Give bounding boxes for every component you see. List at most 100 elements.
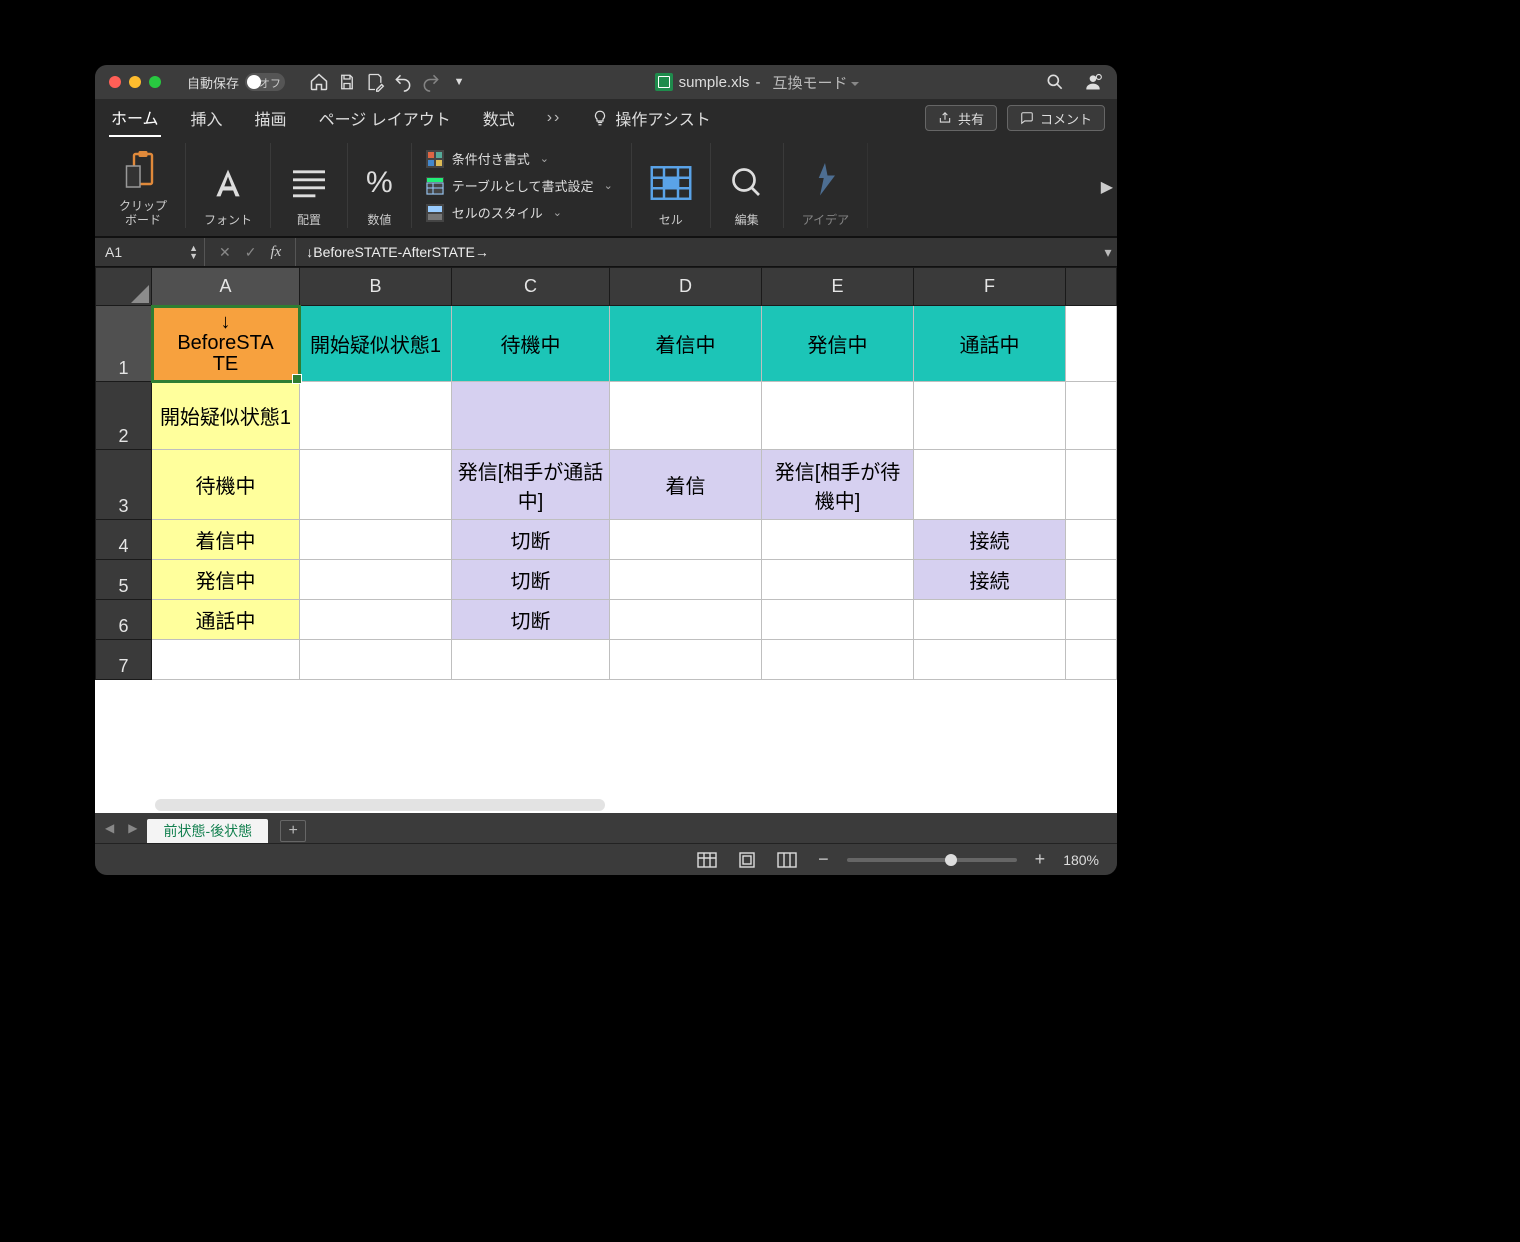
save-edit-icon[interactable] [365,72,385,92]
cell-g2[interactable] [1066,382,1117,450]
tell-me-button[interactable]: 操作アシスト [591,106,710,130]
account-icon[interactable] [1083,72,1103,92]
name-box-stepper-icon[interactable]: ▲▼ [189,244,198,260]
cell-e4[interactable] [762,520,914,560]
row-header-6[interactable]: 6 [96,600,152,640]
cell-a4[interactable]: 着信中 [152,520,300,560]
cell-c1[interactable]: 待機中 [452,306,610,382]
formula-input[interactable]: ↓BeforeSTATE-AfterSTATE→ [296,244,1099,260]
view-normal-icon[interactable] [694,850,720,870]
col-header-b[interactable]: B [300,268,452,306]
tab-draw[interactable]: 描画 [253,100,289,136]
spreadsheet-grid[interactable]: A B C D E F 1 ↓BeforeSTATE 開始疑似状態1 待機中 着… [95,267,1117,813]
autosave-toggle[interactable]: 自動保存 オフ [187,73,285,92]
confirm-formula-icon[interactable]: ✓ [245,244,257,261]
group-alignment[interactable]: 配置 [271,143,348,228]
comments-button[interactable]: コメント [1007,105,1105,131]
cell-c3[interactable]: 発信[相手が通話中] [452,450,610,520]
tab-home[interactable]: ホーム [109,99,161,137]
share-button[interactable]: 共有 [925,105,997,131]
cell-c4[interactable]: 切断 [452,520,610,560]
row-header-3[interactable]: 3 [96,450,152,520]
cell-a7[interactable] [152,640,300,680]
cell-g4[interactable] [1066,520,1117,560]
group-cells[interactable]: セル [632,143,711,228]
cell-f1[interactable]: 通話中 [914,306,1066,382]
window-minimize-button[interactable] [129,76,141,88]
zoom-level-label[interactable]: 180% [1063,852,1099,868]
cell-a3[interactable]: 待機中 [152,450,300,520]
cell-g3[interactable] [1066,450,1117,520]
group-editing[interactable]: 編集 [711,143,784,228]
row-header-7[interactable]: 7 [96,640,152,680]
cell-e2[interactable] [762,382,914,450]
cell-f3[interactable] [914,450,1066,520]
cell-c5[interactable]: 切断 [452,560,610,600]
cell-b5[interactable] [300,560,452,600]
cell-d7[interactable] [610,640,762,680]
zoom-out-button[interactable]: − [814,849,833,870]
window-zoom-button[interactable] [149,76,161,88]
col-header-d[interactable]: D [610,268,762,306]
cell-b4[interactable] [300,520,452,560]
cell-b3[interactable] [300,450,452,520]
redo-icon[interactable] [421,72,441,92]
cell-d4[interactable] [610,520,762,560]
cell-f5[interactable]: 接続 [914,560,1066,600]
cell-d6[interactable] [610,600,762,640]
cell-d1[interactable]: 着信中 [610,306,762,382]
zoom-in-button[interactable]: + [1031,849,1050,870]
cell-c2[interactable] [452,382,610,450]
cell-c7[interactable] [452,640,610,680]
document-title[interactable]: sumple.xls - 互換モード [655,72,860,93]
cell-b6[interactable] [300,600,452,640]
tab-page-layout[interactable]: ページ レイアウト [317,100,453,136]
qat-customize-icon[interactable]: ▼ [449,72,469,92]
sheet-nav-prev-icon[interactable]: ◀ [101,821,118,835]
cell-e7[interactable] [762,640,914,680]
formula-bar-expand-icon[interactable]: ▾ [1099,244,1117,261]
col-header-f[interactable]: F [914,268,1066,306]
zoom-slider[interactable] [847,858,1017,862]
window-close-button[interactable] [109,76,121,88]
col-header-blank[interactable] [1066,268,1117,306]
cell-a6[interactable]: 通話中 [152,600,300,640]
col-header-a[interactable]: A [152,268,300,306]
row-header-4[interactable]: 4 [96,520,152,560]
cell-g7[interactable] [1066,640,1117,680]
horizontal-scrollbar[interactable] [155,799,605,811]
view-page-layout-icon[interactable] [734,850,760,870]
row-header-1[interactable]: 1 [96,306,152,382]
fx-icon[interactable]: fx [270,244,281,261]
select-all-corner[interactable] [96,268,152,306]
cell-b1[interactable]: 開始疑似状態1 [300,306,452,382]
cell-e1[interactable]: 発信中 [762,306,914,382]
row-header-2[interactable]: 2 [96,382,152,450]
view-page-break-icon[interactable] [774,850,800,870]
tab-insert[interactable]: 挿入 [189,100,225,136]
cell-b2[interactable] [300,382,452,450]
cell-e3[interactable]: 発信[相手が待機中] [762,450,914,520]
cell-g6[interactable] [1066,600,1117,640]
ribbon-expand-icon[interactable]: ▶ [1101,177,1113,197]
cell-b7[interactable] [300,640,452,680]
group-ideas[interactable]: アイデア [784,143,868,228]
cell-d3[interactable]: 着信 [610,450,762,520]
cell-e5[interactable] [762,560,914,600]
conditional-formatting-button[interactable]: 条件付き書式⌄ [426,149,549,168]
cell-d2[interactable] [610,382,762,450]
row-header-5[interactable]: 5 [96,560,152,600]
group-font[interactable]: フォント [186,143,271,228]
col-header-e[interactable]: E [762,268,914,306]
undo-icon[interactable] [393,72,413,92]
group-number[interactable]: % 数値 [348,143,412,228]
sheet-nav-next-icon[interactable]: ▶ [124,821,141,835]
cell-f2[interactable] [914,382,1066,450]
cell-g1[interactable] [1066,306,1117,382]
home-icon[interactable] [309,72,329,92]
format-as-table-button[interactable]: テーブルとして書式設定⌄ [426,176,613,195]
add-sheet-button[interactable]: + [280,820,306,842]
cell-e6[interactable] [762,600,914,640]
cancel-formula-icon[interactable]: ✕ [219,244,231,261]
cell-f6[interactable] [914,600,1066,640]
